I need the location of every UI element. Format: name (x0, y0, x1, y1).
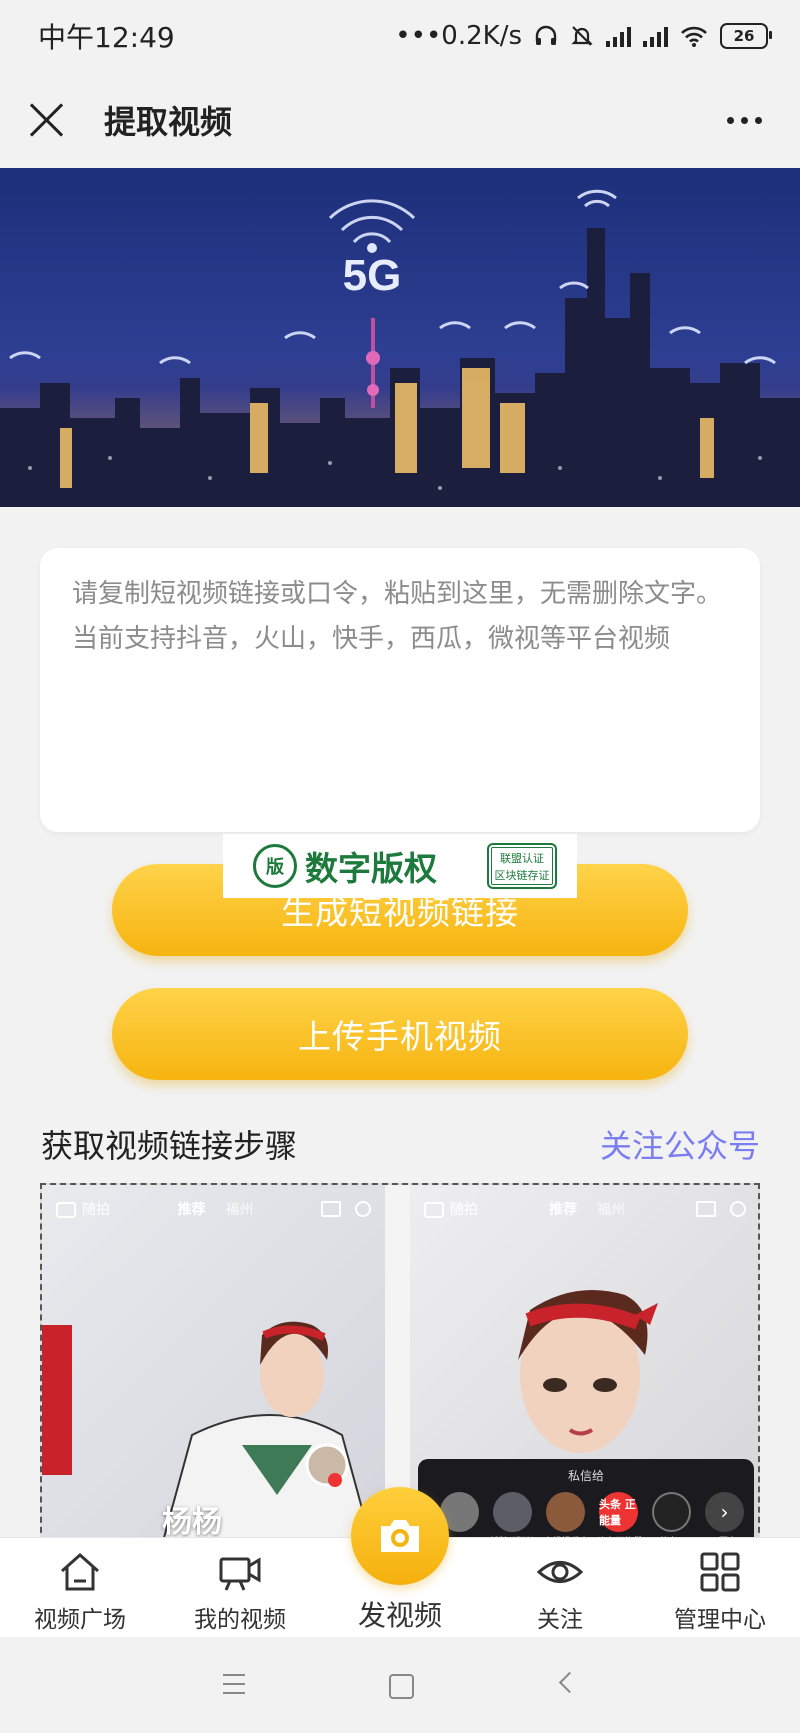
shot1-main-tab: 推荐 (177, 1202, 206, 1218)
shot2-main-tab: 推荐 (549, 1202, 577, 1218)
banner-5g-text: 5G (343, 251, 402, 300)
mute-bell-icon (571, 26, 593, 46)
blockchain-stamp: 联盟认证 区块链存证 (487, 843, 557, 889)
close-icon[interactable] (28, 101, 66, 139)
search-icon-2 (730, 1201, 746, 1217)
status-time: 中午12:49 (38, 21, 175, 54)
banner-image: 5G (0, 168, 800, 507)
tab-follow[interactable]: 关注 (480, 1548, 640, 1634)
camera-small-icon-2 (424, 1202, 444, 1218)
avatar (545, 1492, 585, 1532)
link-input[interactable] (70, 570, 734, 814)
publish-video-label: 发视频 (357, 1599, 442, 1632)
shot2-left-tab: 随拍 (450, 1202, 478, 1218)
home-square-icon[interactable] (389, 1674, 414, 1699)
tab-video-plaza-label: 视频广场 (34, 1607, 126, 1633)
eye-icon (537, 1561, 583, 1583)
live-icon (321, 1201, 341, 1217)
network-speed: •••0.2K/s (395, 21, 522, 51)
camera-icon (381, 1520, 419, 1552)
shot1-top-bar: 随拍 推荐 福州 (56, 1199, 371, 1219)
status-icons: •••0.2K/s 26 (395, 21, 772, 51)
more-icon[interactable] (727, 116, 762, 124)
tab-follow-label: 关注 (537, 1607, 583, 1633)
stamp-line-1: 联盟认证 (500, 852, 544, 865)
avatar (651, 1492, 692, 1532)
shot2-city-tab: 福州 (597, 1202, 625, 1218)
video-camera-icon (219, 1557, 261, 1591)
menu-icon[interactable] (223, 1674, 245, 1701)
shot1-left-tab: 随拍 (82, 1202, 110, 1218)
steps-title: 获取视频链接步骤 (41, 1127, 298, 1165)
follow-account-link[interactable]: 关注公众号 (600, 1121, 760, 1167)
tab-admin-center[interactable]: 管理中心 (640, 1548, 800, 1634)
stamp-line-2: 区块链存证 (494, 869, 550, 882)
camera-small-icon (56, 1202, 76, 1218)
share-title: 私信给 (567, 1469, 604, 1483)
grid-icon (700, 1552, 740, 1592)
tab-video-plaza[interactable]: 视频广场 (0, 1548, 160, 1634)
battery-level: 26 (733, 27, 755, 45)
watermark-text: 数字版权 (305, 849, 437, 888)
page-title: 提取视频 (104, 103, 233, 141)
avatar (492, 1492, 532, 1532)
tab-my-videos[interactable]: 我的视频 (160, 1548, 320, 1634)
system-nav-bar (0, 1637, 800, 1733)
nav-bar: 提取视频 (0, 72, 800, 168)
shot1-city-tab: 福州 (225, 1202, 254, 1218)
publish-video-button[interactable] (351, 1487, 449, 1585)
copyright-logo-icon: 版 (253, 844, 297, 888)
battery-icon: 26 (720, 23, 772, 49)
share-avatars: 头条 正能量 › (418, 1484, 754, 1532)
signal-hd-icon (606, 25, 631, 47)
tutorial-shot-1: 随拍 推荐 福州 杨杨 (42, 1185, 385, 1541)
signal-icon (643, 25, 668, 47)
back-icon[interactable] (558, 1671, 581, 1694)
shot1-username: 杨杨 (162, 1505, 222, 1540)
avatar: 头条 正能量 (598, 1492, 638, 1532)
chevron-right-icon: › (705, 1492, 744, 1532)
tab-my-videos-label: 我的视频 (194, 1607, 286, 1633)
status-bar: 中午12:49 •••0.2K/s 26 (0, 0, 800, 72)
tab-admin-center-label: 管理中心 (674, 1607, 766, 1633)
share-panel: 私信给 头条 正能量 › 新科吧阿郎 小姐姐爱大 头条正能量 萌宠CP 更多 (418, 1459, 754, 1541)
live-icon-2 (696, 1201, 716, 1217)
portrait-illustration (42, 1321, 372, 1541)
tutorial-shot-2: 随拍 推荐 福州 私信给 头条 正能量 › 新科吧阿郎 小姐姐爱大 头条正能量 … (410, 1185, 758, 1541)
copyright-watermark: 版 数字版权 联盟认证 区块链存证 (223, 834, 577, 898)
home-icon (61, 1552, 99, 1591)
wifi-icon (681, 26, 707, 47)
search-icon (355, 1201, 371, 1217)
shot2-top-bar: 随拍 推荐 福州 (424, 1199, 746, 1219)
link-input-card (40, 548, 760, 832)
headphones-icon (535, 25, 557, 45)
upload-video-button[interactable]: 上传手机视频 (112, 988, 688, 1080)
